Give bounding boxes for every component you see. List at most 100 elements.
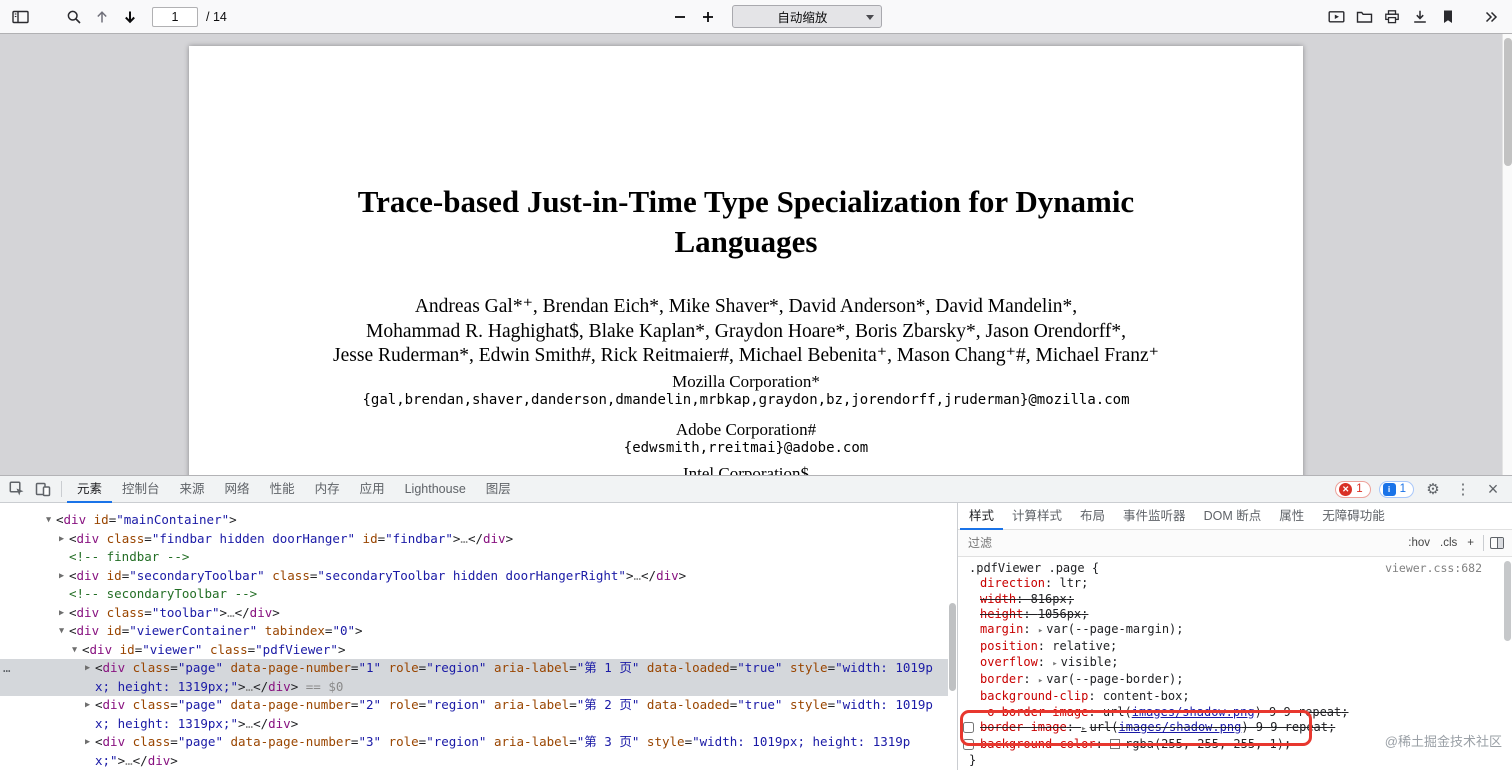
dom-tree-row[interactable]: ▼ <div id="viewerContainer" tabindex="0">: [0, 622, 948, 641]
page-count-label: / 14: [206, 9, 227, 24]
dom-tree-row[interactable]: <!-- secondaryToolbar -->: [0, 585, 948, 604]
styles-subtab[interactable]: 布局: [1071, 503, 1114, 530]
open-file-button[interactable]: [1350, 4, 1378, 30]
dom-tree-row[interactable]: ▶ <div class="findbar hidden doorHanger" …: [0, 530, 948, 549]
css-declaration[interactable]: position: relative;: [958, 639, 1512, 654]
previous-page-button[interactable]: [88, 4, 116, 30]
styles-subtab[interactable]: 样式: [960, 503, 1004, 530]
devtools-tab[interactable]: 性能: [260, 476, 305, 503]
css-resource-link[interactable]: images/shadow.png: [1118, 720, 1241, 734]
device-toolbar-button[interactable]: [30, 477, 56, 501]
message-icon: i: [1382, 482, 1396, 496]
settings-button[interactable]: ⚙: [1422, 480, 1444, 498]
state-toggles: :hov .cls +: [1403, 535, 1479, 551]
devtools-tab[interactable]: 应用: [350, 476, 395, 503]
message-badge[interactable]: i 1: [1378, 480, 1414, 498]
css-declaration[interactable]: overflow: ▸ visible;: [958, 655, 1512, 672]
expand-icon[interactable]: ▶: [81, 733, 94, 752]
styles-scrollbar[interactable]: [1503, 559, 1512, 770]
css-declaration[interactable]: direction: ltr;: [958, 576, 1512, 591]
zoom-out-button[interactable]: [666, 4, 694, 30]
devtools-tab[interactable]: 来源: [170, 476, 215, 503]
more-tools-button[interactable]: [1476, 4, 1504, 30]
collapse-icon[interactable]: ▼: [55, 622, 68, 641]
next-page-button[interactable]: [116, 4, 144, 30]
page-number-input[interactable]: [152, 6, 198, 27]
elements-scrollbar[interactable]: [948, 503, 957, 770]
dom-tree-row[interactable]: ▶ <div class="page" data-page-number="2" …: [0, 696, 948, 733]
inspect-element-button[interactable]: [4, 477, 30, 501]
css-declaration[interactable]: width: 816px;: [958, 592, 1512, 607]
open-file-icon: [1356, 9, 1373, 25]
error-badge[interactable]: ✕ 1: [1335, 480, 1371, 498]
page-scrollbar-thumb[interactable]: [1504, 38, 1512, 166]
expand-value-icon[interactable]: ▸: [1052, 659, 1057, 669]
print-button[interactable]: [1378, 4, 1406, 30]
dom-tree-row[interactable]: <!-- findbar -->: [0, 548, 948, 567]
css-declaration[interactable]: background-clip: content-box;: [958, 689, 1512, 704]
dom-tree-row[interactable]: ▶ <div id="secondaryToolbar" class="secon…: [0, 567, 948, 586]
expand-value-icon[interactable]: ▸: [1081, 724, 1086, 734]
styles-subtab[interactable]: 无障碍功能: [1313, 503, 1394, 530]
find-button[interactable]: [60, 4, 88, 30]
close-icon: ×: [1487, 479, 1499, 499]
sidebar-toggle-icon: [11, 9, 29, 25]
divider: [1483, 535, 1484, 551]
toolbar-center-group: 自动缩放: [227, 4, 1322, 30]
dom-tree[interactable]: ▼ <div id="mainContainer"> ▶ <div class="fi…: [0, 503, 948, 770]
presentation-mode-button[interactable]: [1322, 4, 1350, 30]
expand-icon[interactable]: ▶: [81, 696, 94, 715]
more-options-button[interactable]: ⋮: [1452, 480, 1474, 498]
css-resource-link[interactable]: images/shadow.png: [1132, 705, 1255, 719]
styles-subtab[interactable]: 事件监听器: [1114, 503, 1195, 530]
download-button[interactable]: [1406, 4, 1434, 30]
css-source-link[interactable]: viewer.css:682: [1385, 561, 1482, 576]
dom-tree-row[interactable]: ▶ <div class="toolbar">…</div>: [0, 604, 948, 623]
css-declaration[interactable]: height: 1056px;: [958, 607, 1512, 622]
pdf-viewer-area[interactable]: Trace-based Just-in-Time Type Specializa…: [0, 34, 1512, 476]
devtools-tab[interactable]: 图层: [476, 476, 521, 503]
state-toggle-button[interactable]: :hov: [1403, 535, 1435, 551]
styles-subtab[interactable]: 计算样式: [1003, 503, 1071, 530]
devtools-tab[interactable]: Lighthouse: [395, 476, 476, 503]
property-toggle-checkbox[interactable]: [963, 739, 974, 751]
devtools-tab[interactable]: 控制台: [112, 476, 170, 503]
page-scrollbar[interactable]: [1502, 34, 1512, 476]
expand-icon[interactable]: ▶: [55, 530, 68, 549]
sidebar-toggle-button[interactable]: [6, 4, 34, 30]
bookmark-button[interactable]: [1434, 4, 1462, 30]
dom-tree-row[interactable]: ▶… <div class="page" data-page-number="1"…: [0, 659, 948, 696]
zoom-select[interactable]: 自动缩放: [732, 5, 883, 28]
sidebar-panel-toggle-icon[interactable]: [1490, 537, 1504, 549]
css-declaration[interactable]: -o-border-image: url(images/shadow.png) …: [958, 705, 1512, 720]
css-declaration[interactable]: margin: ▸ var(--page-margin);: [958, 622, 1512, 639]
state-toggle-button[interactable]: .cls: [1435, 535, 1462, 551]
property-toggle-checkbox[interactable]: [963, 721, 974, 733]
dom-tree-row[interactable]: ▶ <div class="page" data-page-number="3" …: [0, 733, 948, 770]
styles-scrollbar-thumb[interactable]: [1504, 561, 1511, 641]
expand-icon[interactable]: ▶: [55, 567, 68, 586]
expand-value-icon[interactable]: ▸: [1038, 676, 1043, 686]
collapse-icon[interactable]: ▼: [42, 511, 55, 530]
styles-subtab[interactable]: DOM 断点: [1195, 503, 1271, 530]
expand-icon[interactable]: ▶: [81, 659, 94, 678]
css-selector[interactable]: .pdfViewer .page {: [969, 561, 1099, 576]
expand-value-icon[interactable]: ▸: [1038, 626, 1043, 636]
devtools-tab[interactable]: 网络: [215, 476, 260, 503]
styles-subtab[interactable]: 属性: [1270, 503, 1313, 530]
zoom-in-button[interactable]: [694, 4, 722, 30]
css-declaration[interactable]: border: ▸ var(--page-border);: [958, 672, 1512, 689]
collapse-icon[interactable]: ▼: [68, 641, 81, 660]
color-swatch[interactable]: [1110, 739, 1121, 750]
dom-tree-row[interactable]: ▼ <div id="viewer" class="pdfViewer">: [0, 641, 948, 660]
styles-subtabs: 样式 计算样式 布局 事件监听器 DOM 断点 属性 无障碍功能: [958, 503, 1512, 530]
close-devtools-button[interactable]: ×: [1482, 480, 1504, 498]
devtools-tab[interactable]: 元素: [67, 476, 113, 503]
devtools-tab[interactable]: 内存: [305, 476, 350, 503]
elements-scrollbar-thumb[interactable]: [949, 603, 956, 691]
styles-filter-input[interactable]: [958, 536, 1404, 550]
dom-tree-row[interactable]: ▼ <div id="mainContainer">: [0, 511, 948, 530]
expand-icon[interactable]: ▶: [55, 604, 68, 623]
state-toggle-button[interactable]: +: [1462, 535, 1479, 551]
minus-icon: [673, 10, 687, 24]
